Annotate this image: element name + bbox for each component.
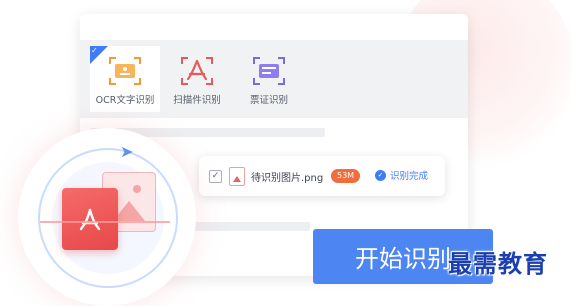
pdf-scan-icon [180,56,214,86]
file-size-badge: 53M [331,169,361,183]
selected-check-icon: ✓ [90,46,108,64]
watermark-logo: 最需教育 [448,250,548,278]
tool-label: OCR文字识别 [95,95,155,106]
tool-label: 扫描件识别 [173,95,221,106]
check-circle-icon: ✓ [375,169,386,181]
ocr-text-icon [108,56,142,86]
tool-scan-recognition[interactable]: 扫描件识别 [162,46,232,112]
recognition-status: ✓ 识别完成 [375,168,428,182]
tool-ticket-recognition[interactable]: 票证识别 [234,46,304,112]
rotate-arrow-icon: ➤ [120,142,134,161]
tool-label: 票证识别 [249,95,288,106]
file-item[interactable]: ✓ 待识别图片.png 53M ✓ 识别完成 [199,156,445,196]
image-file-icon [229,167,245,186]
tool-ocr-text[interactable]: ✓ OCR文字识别 [90,46,160,112]
file-name: 待识别图片.png [251,173,324,184]
tool-selector: ✓ OCR文字识别 扫描件识别 票证识别 [80,40,468,118]
file-checkbox[interactable]: ✓ [209,170,222,183]
sun-icon [133,185,141,193]
status-label: 识别完成 [390,171,429,182]
scan-line [40,221,170,223]
title-bar [80,14,468,40]
ticket-id-icon [252,56,286,86]
pdf-document-icon [62,188,118,250]
